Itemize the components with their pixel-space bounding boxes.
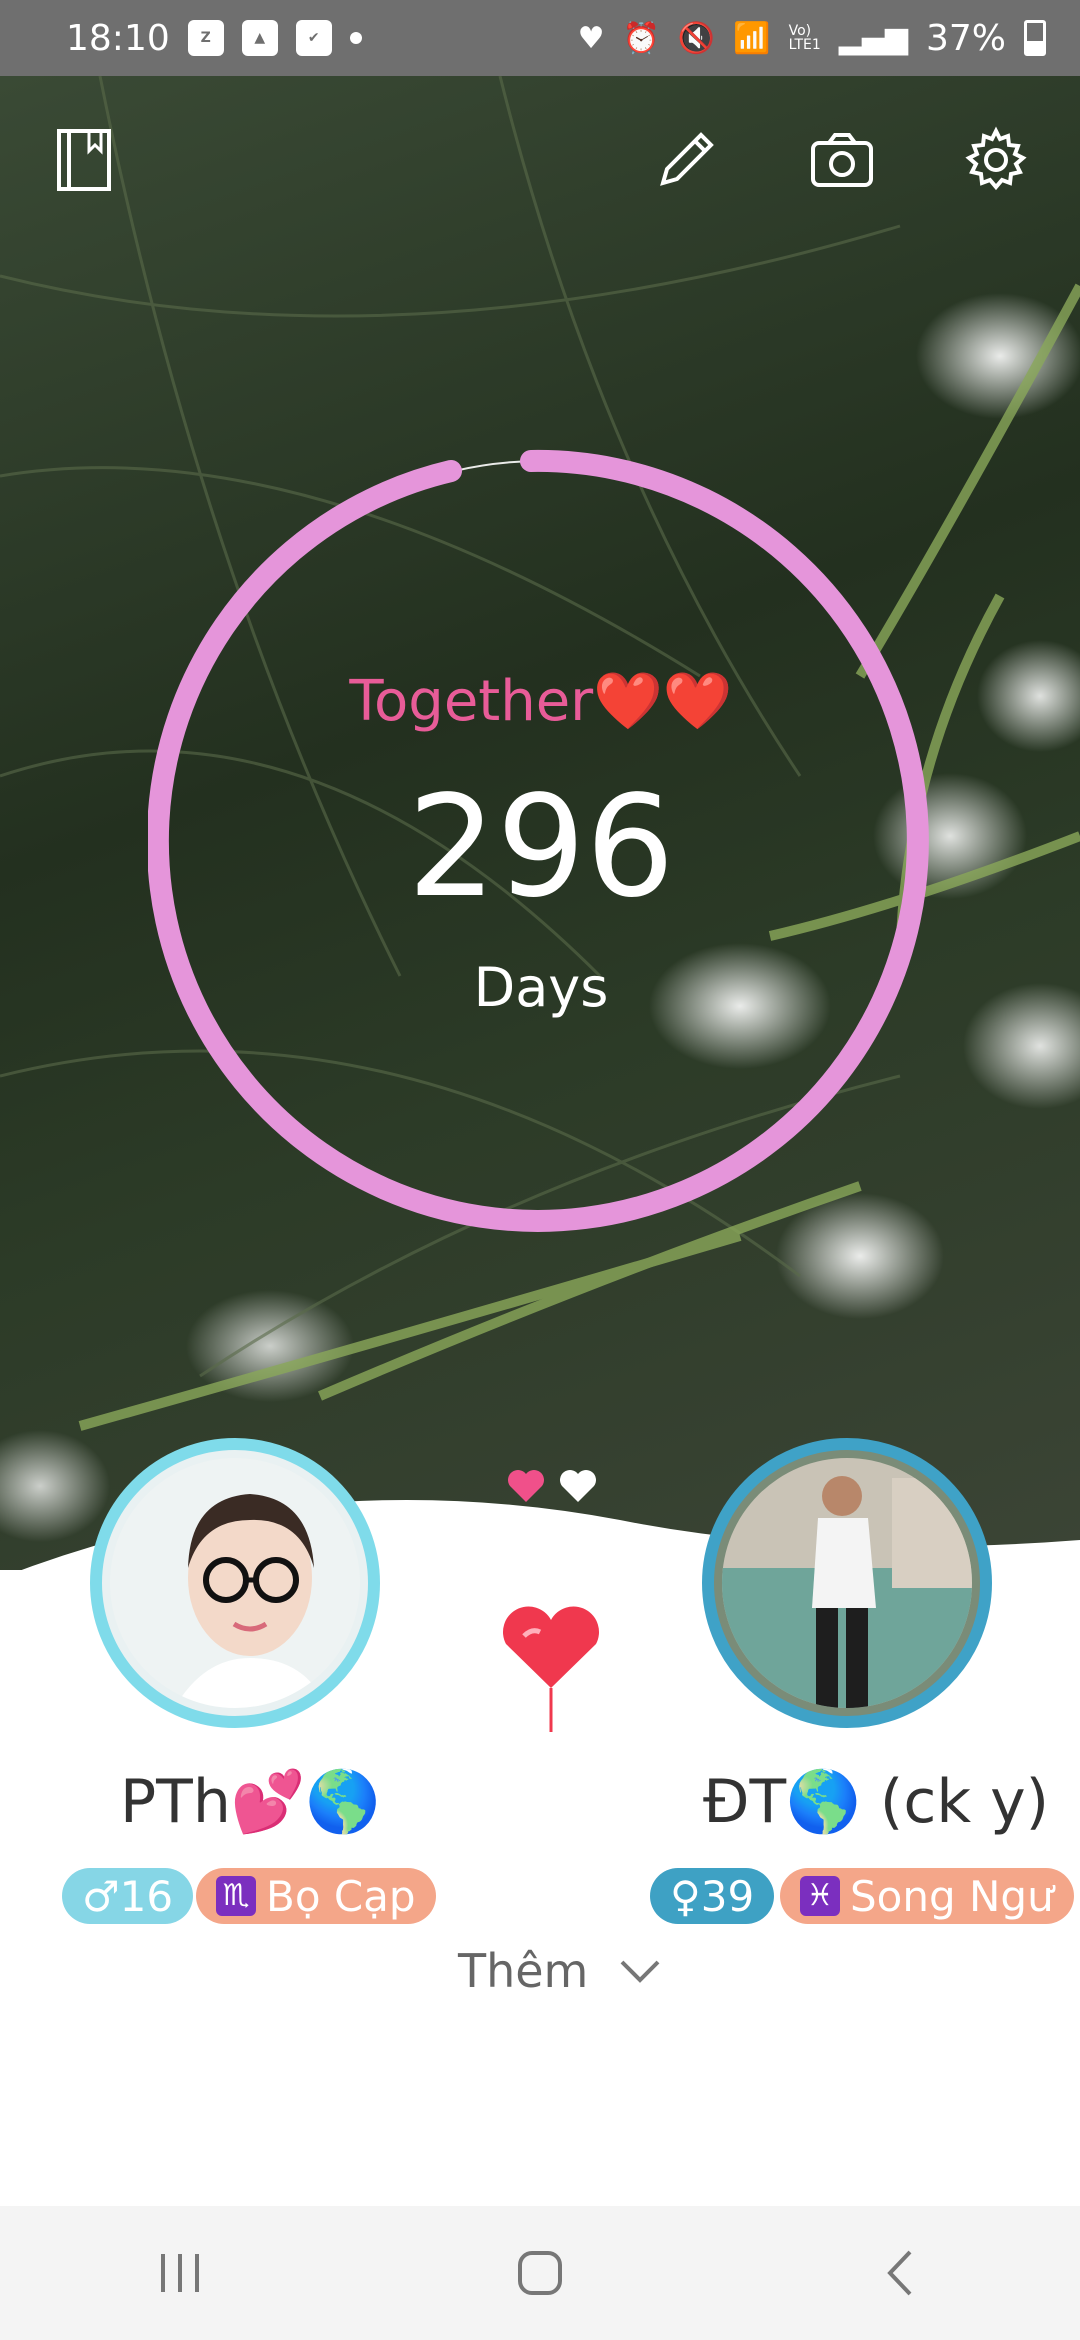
home-button[interactable] <box>490 2233 590 2313</box>
partner-right-age-badge: ♀39 <box>650 1868 775 1924</box>
partner-left-zodiac-badge: ♏ Bọ Cạp <box>196 1868 436 1924</box>
signal-icon: ▂▄▆ <box>838 20 908 56</box>
battery-level: 37% <box>925 17 1006 59</box>
check-icon: ✔ <box>295 20 332 56</box>
back-button[interactable] <box>850 2233 950 2313</box>
avatar-photo-right <box>722 1458 972 1708</box>
recent-apps-icon <box>161 2254 199 2292</box>
zodiac-pisces-icon: ♓ <box>800 1876 840 1916</box>
notification-dot-icon <box>349 32 362 44</box>
page-indicator <box>506 1468 598 1504</box>
day-counter-ring[interactable]: Together❤️❤️ 296 Days <box>146 448 934 1234</box>
wifi-icon: 📶 <box>733 20 771 56</box>
age-value: ♀39 <box>670 1871 755 1921</box>
gear-icon <box>965 126 1027 191</box>
heart-indicator-icon <box>560 1470 596 1502</box>
heart-balloon-icon <box>503 1606 599 1732</box>
alarm-icon: ⏰ <box>622 20 660 56</box>
back-icon <box>887 2250 912 2296</box>
edit-button[interactable] <box>646 120 726 200</box>
more-button[interactable]: Thêm <box>458 1944 662 1998</box>
partner-left-avatar[interactable] <box>90 1438 380 1728</box>
status-time: 18:10 <box>66 17 170 59</box>
chevron-down-icon <box>620 1960 660 1983</box>
status-bar: 18:10 Z ▲ ✔ ♥ ⏰ 🔇 📶 Vo) LTE1 ▂▄▆ 37% <box>0 0 1080 76</box>
heart-indicator-active-icon <box>508 1470 544 1502</box>
zodiac-name: Song Ngư <box>850 1871 1054 1921</box>
partner-left-name[interactable]: PTh💕🌎 <box>120 1766 380 1837</box>
zodiac-scorpio-icon: ♏ <box>216 1876 256 1916</box>
system-nav-bar <box>0 2206 1080 2340</box>
more-label: Thêm <box>458 1944 589 1998</box>
days-count: 296 <box>407 766 675 929</box>
volte-icon: Vo) LTE1 <box>788 23 821 53</box>
recent-apps-button[interactable] <box>130 2233 230 2313</box>
heart-balloon[interactable] <box>496 1604 606 1738</box>
partner-left-age-badge: ♂16 <box>62 1868 194 1924</box>
avatar-photo-left <box>110 1458 360 1708</box>
together-label: Together❤️❤️ <box>349 669 733 734</box>
mute-icon: 🔇 <box>677 20 716 56</box>
heart-status-icon: ♥ <box>577 20 605 56</box>
partner-right-avatar[interactable] <box>702 1438 992 1728</box>
book-icon <box>57 129 111 191</box>
partner-right-zodiac-badge: ♓ Song Ngư <box>780 1868 1074 1924</box>
gallery-icon: ▲ <box>241 20 278 56</box>
home-icon <box>518 2251 562 2295</box>
days-label: Days <box>473 956 609 1019</box>
partner-right-name[interactable]: ĐT🌎 (ck y) <box>703 1766 1049 1837</box>
zodiac-name: Bọ Cạp <box>266 1871 416 1921</box>
camera-button[interactable] <box>802 120 882 200</box>
pencil-icon <box>660 132 714 186</box>
zalo-icon: Z <box>187 20 224 56</box>
battery-icon <box>1024 20 1046 56</box>
age-value: ♂16 <box>82 1871 174 1921</box>
diary-button[interactable] <box>44 120 124 200</box>
camera-icon <box>811 133 873 187</box>
settings-button[interactable] <box>956 120 1036 200</box>
